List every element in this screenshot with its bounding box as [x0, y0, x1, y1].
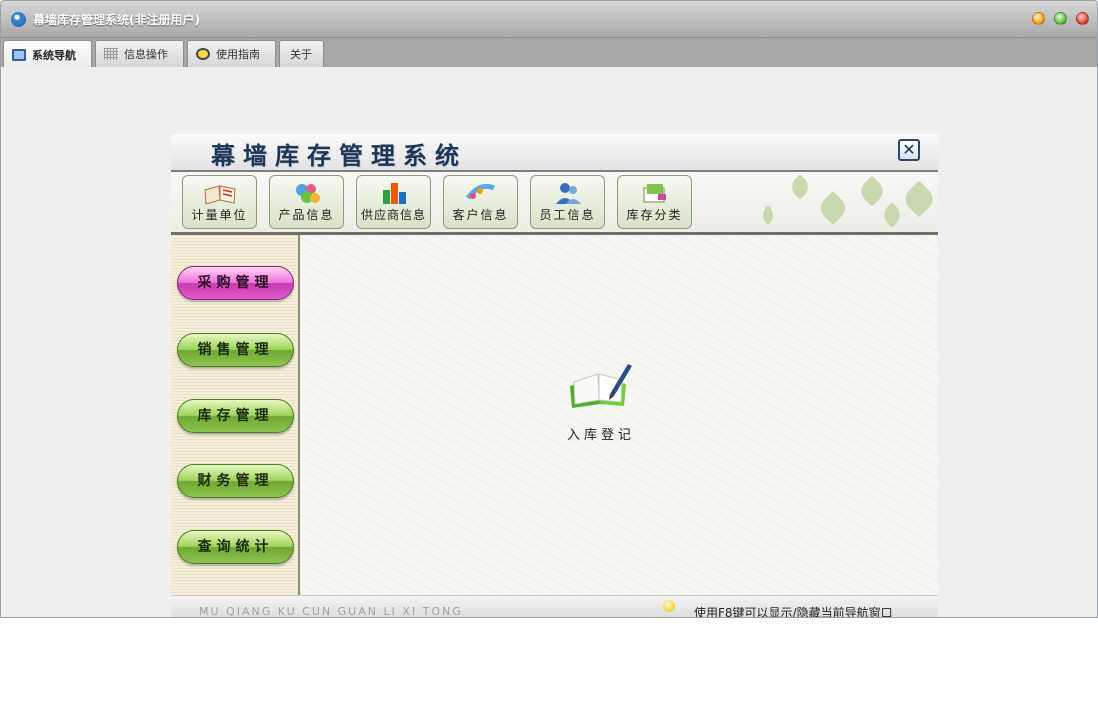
inventory-category-button[interactable]: 库存分类: [617, 175, 692, 229]
grid-icon: [104, 48, 118, 60]
employee-icon: [551, 180, 585, 206]
sidebar-item-sales[interactable]: 销售管理: [177, 333, 294, 367]
app-logo-icon: [11, 12, 26, 27]
unit-button[interactable]: 计量单位: [182, 175, 257, 229]
book-pen-icon: [566, 360, 636, 410]
sidebar-item-query-statistics[interactable]: 查询统计: [177, 530, 294, 564]
customer-icon: [464, 180, 498, 206]
supplier-info-button[interactable]: 供应商信息: [356, 175, 431, 229]
book-icon: [203, 180, 237, 206]
tab-info-operation[interactable]: 信息操作: [95, 40, 184, 67]
product-info-label: 产品信息: [278, 208, 335, 222]
toolbar: 计量单位 产品信息 供应商信息 客户信息 员工信息 库存分类: [171, 172, 938, 235]
tab-bar: 系统导航 信息操作 使用指南 关于: [1, 38, 1097, 68]
panel-title: 幕墙库存管理系统: [211, 141, 467, 170]
help-icon: [196, 48, 210, 60]
footer-hint: 使用F8键可以显示/隐藏当前导航窗口: [694, 606, 893, 618]
supplier-icon: [377, 180, 411, 206]
product-info-button[interactable]: 产品信息: [269, 175, 344, 229]
leaf-decoration: [879, 202, 905, 228]
app-window: 幕墙库存管理系统(非注册用户) 系统导航 信息操作 使用指南 关于 幕墙库存管理…: [0, 0, 1098, 618]
tab-label: 关于: [290, 48, 312, 61]
tab-label: 系统导航: [32, 48, 76, 62]
customer-info-label: 客户信息: [452, 208, 509, 222]
customer-info-button[interactable]: 客户信息: [443, 175, 518, 229]
employee-info-label: 员工信息: [539, 208, 596, 222]
navigation-panel: 幕墙库存管理系统 ✕ 计量单位 产品信息 供应商信息 客户信息 员工信息 库存分…: [171, 134, 938, 618]
leaf-decoration: [900, 180, 938, 218]
tab-label: 信息操作: [124, 48, 168, 61]
leaf-decoration: [787, 174, 813, 200]
sidebar-item-purchase[interactable]: 采购管理: [177, 266, 294, 300]
leaf-decoration: [856, 175, 888, 207]
tab-system-navigation[interactable]: 系统导航: [3, 40, 92, 68]
tab-label: 使用指南: [216, 48, 260, 61]
stock-in-label: 入库登记: [566, 428, 635, 443]
product-icon: [290, 180, 324, 206]
supplier-info-label: 供应商信息: [360, 208, 426, 222]
monitor-icon: [12, 48, 26, 61]
window-title: 幕墙库存管理系统(非注册用户): [33, 13, 200, 27]
footer-pinyin: MU QIANG KU CUN GUAN LI XI TONG: [199, 605, 463, 618]
sidebar-item-inventory[interactable]: 库存管理: [177, 399, 294, 433]
work-area: 入库登记: [301, 235, 938, 595]
panel-header: 幕墙库存管理系统 ✕: [171, 134, 938, 172]
category-icon: [638, 180, 672, 206]
unit-button-label: 计量单位: [191, 208, 248, 222]
inventory-category-label: 库存分类: [626, 208, 683, 222]
tab-about[interactable]: 关于: [279, 40, 324, 67]
leaf-decoration: [816, 191, 850, 225]
leaf-decoration: [758, 205, 778, 225]
tab-user-guide[interactable]: 使用指南: [187, 40, 276, 67]
lightbulb-icon: [663, 600, 675, 612]
maximize-button[interactable]: [1054, 12, 1067, 25]
stock-in-feature[interactable]: 入库登记: [551, 360, 651, 443]
panel-footer: MU QIANG KU CUN GUAN LI XI TONG 使用F8键可以显…: [171, 595, 938, 618]
minimize-button[interactable]: [1032, 12, 1045, 25]
close-window-button[interactable]: [1076, 12, 1089, 25]
panel-close-button[interactable]: ✕: [898, 139, 920, 161]
sidebar: 采购管理 销售管理 库存管理 财务管理 查询统计: [171, 235, 300, 595]
employee-info-button[interactable]: 员工信息: [530, 175, 605, 229]
sidebar-item-finance[interactable]: 财务管理: [177, 464, 294, 498]
title-bar[interactable]: 幕墙库存管理系统(非注册用户): [1, 1, 1097, 38]
